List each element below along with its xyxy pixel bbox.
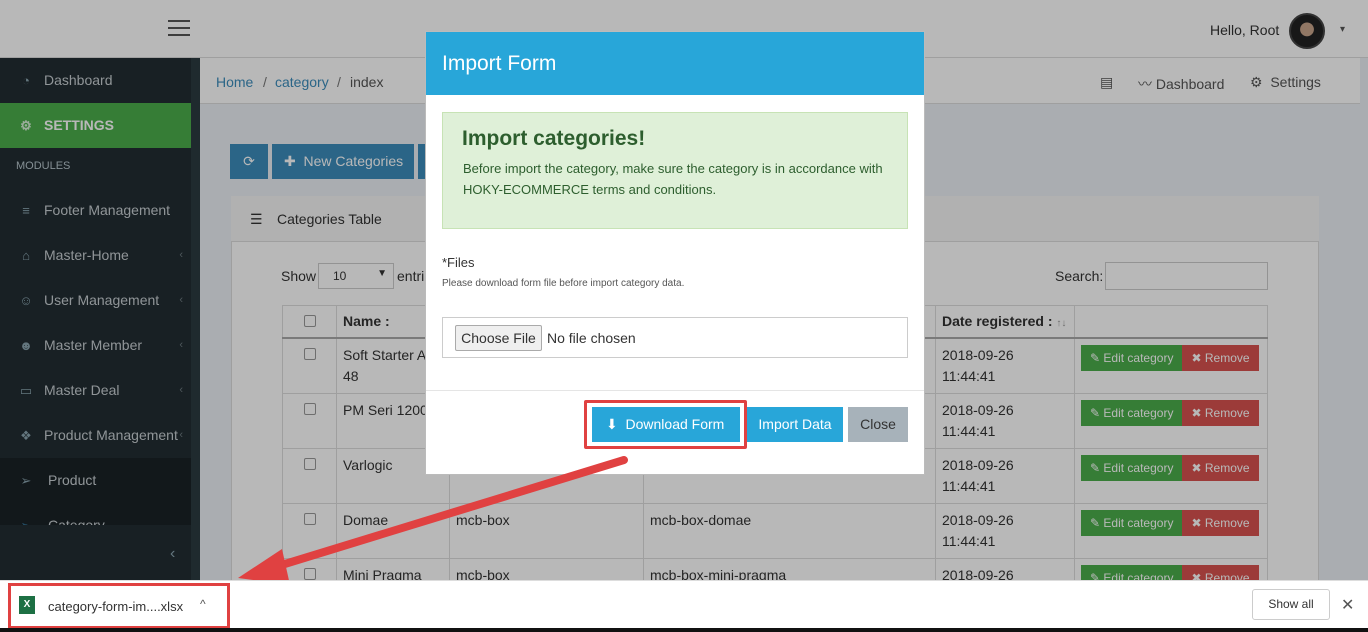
file-status-text: No file chosen [547, 330, 636, 346]
download-filename[interactable]: category-form-im....xlsx [48, 599, 183, 614]
files-label: *Files [442, 255, 475, 270]
close-icon[interactable]: ✕ [1341, 595, 1354, 615]
alert-title: Import categories! [462, 127, 646, 150]
choose-file-button[interactable]: Choose File [455, 325, 542, 351]
files-hint: Please download form file before import … [442, 278, 685, 289]
close-button[interactable]: Close [848, 407, 908, 442]
excel-file-icon: X [19, 596, 35, 614]
download-highlight-box [584, 400, 747, 449]
bottom-edge [0, 628, 1368, 632]
chevron-up-icon[interactable]: ^ [200, 597, 206, 611]
alert-text: Before import the category, make sure th… [463, 161, 883, 197]
modal-divider [426, 390, 924, 391]
modal-title: Import Form [442, 52, 557, 75]
show-all-button[interactable]: Show all [1252, 589, 1330, 620]
import-data-button[interactable]: Import Data [747, 407, 843, 442]
